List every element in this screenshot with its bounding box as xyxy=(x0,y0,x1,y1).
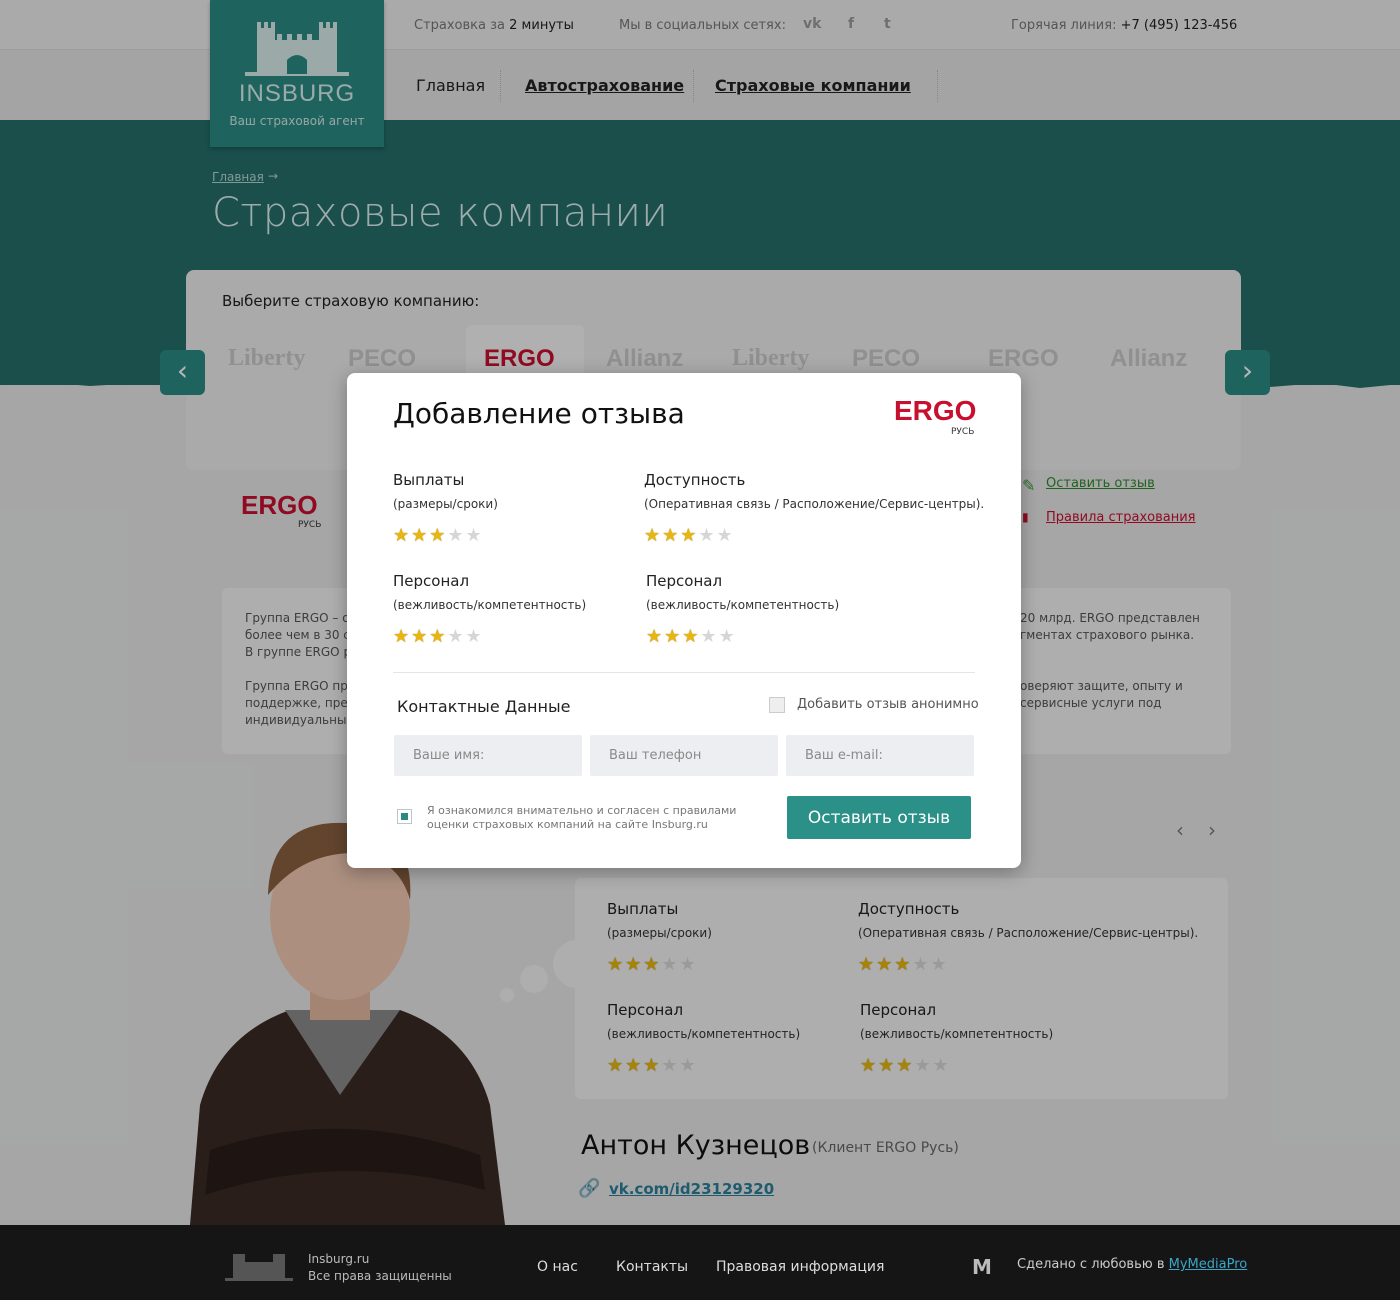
modal-company-logo-sub: РУСЬ xyxy=(951,427,975,437)
rating-stars-input[interactable]: ★★★★★ xyxy=(646,628,839,646)
rating-stars-input[interactable]: ★★★★★ xyxy=(393,628,586,646)
name-input[interactable] xyxy=(394,735,582,776)
criterion-staff: Персонал (вежливость/компетентность) ★★★… xyxy=(393,572,587,647)
criterion-staff-2: Персонал (вежливость/компетентность) ★★★… xyxy=(646,572,840,647)
modal-title: Добавление отзыва xyxy=(393,397,685,430)
submit-review-button[interactable]: Оставить отзыв xyxy=(787,796,971,839)
phone-input[interactable] xyxy=(590,735,778,776)
rating-stars-input[interactable]: ★★★★★ xyxy=(393,527,498,545)
modal-company-logo: ERGO xyxy=(894,395,977,426)
footer-about-link[interactable]: О нас xyxy=(537,1259,578,1275)
footer-castle-icon xyxy=(225,1254,293,1281)
anonymous-label: Добавить отзыв анонимно xyxy=(797,697,979,712)
anonymous-checkbox[interactable] xyxy=(769,697,785,713)
footer-credit: Сделано с любовью в MyMediaPro xyxy=(1017,1257,1248,1272)
mymediapro-icon: M xyxy=(972,1255,992,1279)
rating-stars-input[interactable]: ★★★★★ xyxy=(644,527,984,545)
footer-contacts-link[interactable]: Контакты xyxy=(616,1259,688,1275)
studio-link[interactable]: MyMediaPro xyxy=(1169,1257,1248,1272)
modal-divider xyxy=(393,672,975,673)
contact-section-title: Контактные Данные xyxy=(397,697,571,716)
add-review-modal: Добавление отзыва ERGO РУСЬ Выплаты (раз… xyxy=(347,373,1021,868)
agree-text: Я ознакомился внимательно и согласен с п… xyxy=(427,804,737,831)
email-input[interactable] xyxy=(786,735,974,776)
footer-legal-link[interactable]: Правовая информация xyxy=(716,1259,884,1275)
agree-checkbox[interactable] xyxy=(397,809,412,824)
criterion-payments: Выплаты (размеры/сроки) ★★★★★ xyxy=(393,471,498,546)
criterion-accessibility: Доступность (Оперативная связь / Располо… xyxy=(644,471,985,546)
footer-copyright: Insburg.ru Все права защищенны xyxy=(308,1252,452,1283)
